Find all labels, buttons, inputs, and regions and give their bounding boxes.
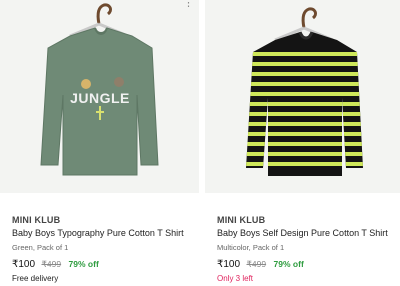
price-row: ₹100 ₹499 79% off xyxy=(217,257,400,270)
brand-name: MINI KLUB xyxy=(217,215,266,225)
product-title[interactable]: Baby Boys Self Design Pure Cotton T Shir… xyxy=(217,227,400,239)
product-card[interactable]: MINI KLUB Baby Boys Self Design Pure Cot… xyxy=(205,0,400,286)
product-image[interactable] xyxy=(205,0,400,193)
variant-info: Green, Pack of 1 xyxy=(12,243,69,252)
price: ₹100 xyxy=(12,259,36,270)
hanger-icon xyxy=(69,3,129,38)
variant-info: Multicolor, Pack of 1 xyxy=(217,243,285,252)
price: ₹100 xyxy=(217,259,241,270)
hanger-icon xyxy=(274,7,334,42)
tshirt-illustration: JUNGLE xyxy=(40,3,159,176)
product-info: MINI KLUB Baby Boys Self Design Pure Cot… xyxy=(217,214,400,284)
original-price: ₹499 xyxy=(41,259,62,269)
discount-badge: 79% off xyxy=(68,259,99,269)
stock-alert: Only 3 left xyxy=(217,274,254,283)
original-price: ₹499 xyxy=(246,259,267,269)
print-text: JUNGLE xyxy=(70,90,130,106)
product-image[interactable]: JUNGLE ⋮ xyxy=(0,0,199,193)
brand-name: MINI KLUB xyxy=(12,215,61,225)
more-vertical-icon[interactable]: ⋮ xyxy=(183,0,195,9)
tshirt-illustration xyxy=(246,7,363,176)
product-card[interactable]: JUNGLE ⋮ MINI KLUB Baby Boys Typography … xyxy=(0,0,199,286)
price-row: ₹100 ₹499 79% off xyxy=(12,257,197,270)
discount-badge: 79% off xyxy=(273,259,304,269)
product-info: MINI KLUB Baby Boys Typography Pure Cott… xyxy=(12,214,197,284)
product-title[interactable]: Baby Boys Typography Pure Cotton T Shirt xyxy=(12,227,197,239)
delivery-note: Free delivery xyxy=(12,274,59,283)
